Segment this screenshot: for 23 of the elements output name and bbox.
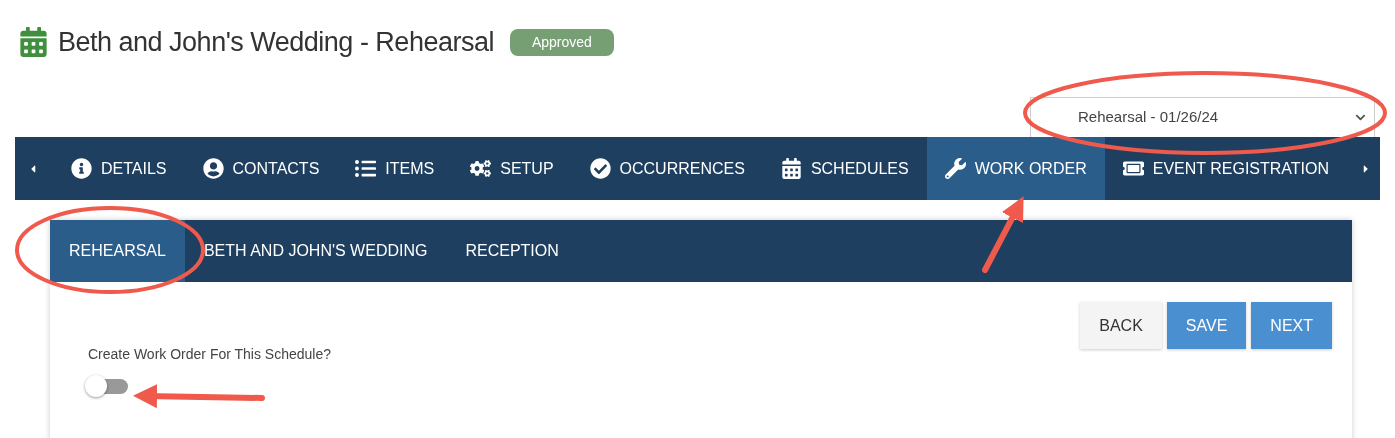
- nav-tab[interactable]: ITEMS: [337, 137, 453, 200]
- chevron-down-icon: [1355, 112, 1366, 123]
- info-icon: [71, 158, 92, 179]
- toggle-label: Create Work Order For This Schedule?: [88, 345, 333, 364]
- calendar-icon: [20, 27, 47, 57]
- action-button[interactable]: BACK: [1080, 302, 1162, 349]
- nav-tab[interactable]: DETAILS: [53, 137, 185, 200]
- user-icon: [202, 158, 224, 179]
- gears-icon: [470, 158, 492, 179]
- calendar-icon: [780, 158, 802, 179]
- page-title: Beth and John's Wedding - Rehearsal: [58, 25, 494, 59]
- schedule-tab[interactable]: REHEARSAL: [50, 220, 185, 282]
- nav-tab[interactable]: SCHEDULES: [762, 137, 927, 200]
- status-badge: Approved: [509, 28, 614, 56]
- nav-tab[interactable]: CONTACTS: [184, 137, 338, 200]
- nav-tab[interactable]: WORK ORDER: [926, 137, 1105, 200]
- nav-tab[interactable]: EVENT REGISTRATION: [1104, 137, 1348, 200]
- nav-tab[interactable]: SETUP: [452, 137, 572, 200]
- wrench-icon: [944, 158, 966, 179]
- schedule-tab[interactable]: RECEPTION: [446, 220, 578, 282]
- nav-tab[interactable]: OCCURRENCES: [571, 137, 763, 200]
- schedule-tab[interactable]: BETH AND JOHN'S WEDDING: [184, 220, 447, 282]
- list-icon: [355, 158, 377, 179]
